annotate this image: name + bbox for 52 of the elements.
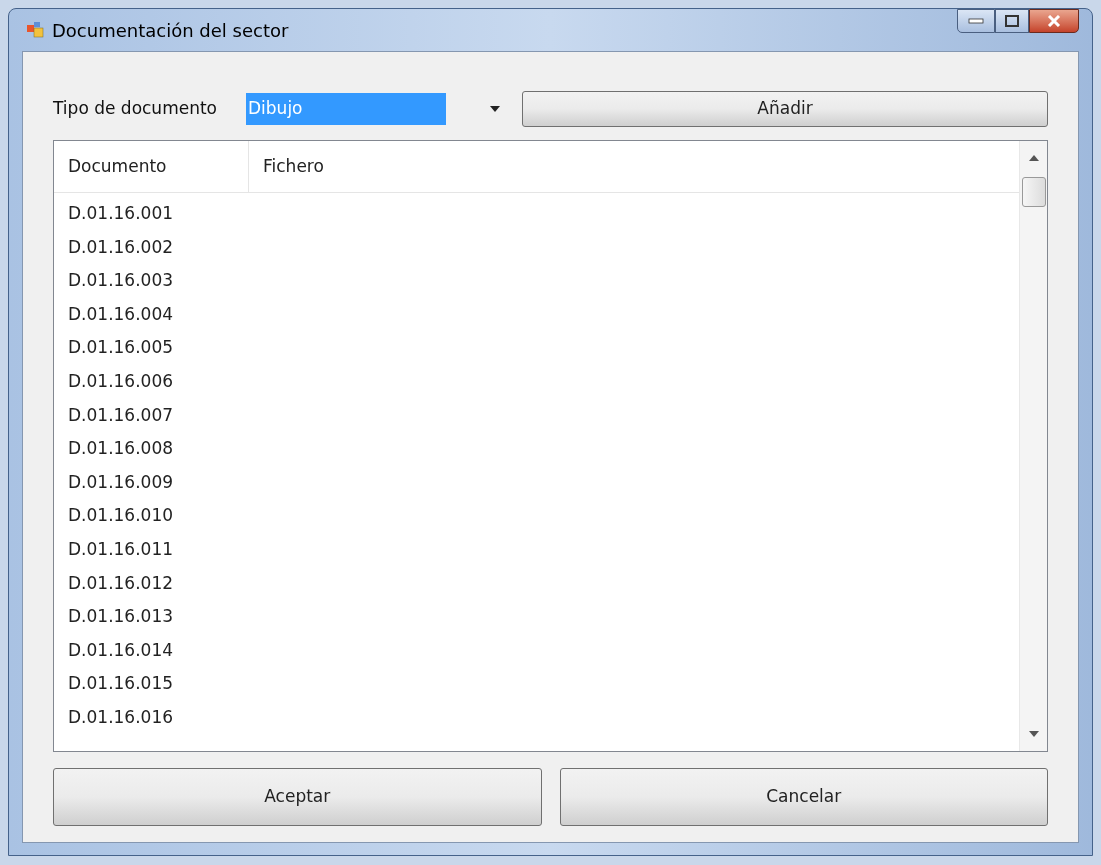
app-icon	[26, 21, 44, 39]
table-cell-text: D.01.16.006	[67, 370, 174, 393]
scrollbar-thumb[interactable]	[1021, 177, 1046, 207]
table-cell-text: D.01.16.012	[67, 571, 174, 595]
close-button[interactable]	[1029, 9, 1079, 33]
scroll-up-icon[interactable]	[1028, 155, 1039, 161]
add-button[interactable]: Añadir	[522, 91, 1048, 127]
table-cell-text: D.01.16.003	[67, 269, 174, 293]
table-row[interactable]: D.01.16.002	[54, 230, 1019, 265]
column-header[interactable]: Fichero	[249, 141, 1019, 192]
table-row[interactable]: D.01.16.004	[54, 297, 1019, 332]
table-cell-text: D.01.16.002	[67, 235, 174, 259]
table-row[interactable]: D.01.16.014	[54, 633, 1019, 668]
dialog-button[interactable]: Aceptar	[53, 768, 542, 826]
scroll-down-icon[interactable]	[1028, 731, 1039, 737]
table-row[interactable]: D.01.16.009	[54, 465, 1019, 500]
vertical-scrollbar[interactable]	[1019, 141, 1047, 751]
table-row[interactable]: D.01.16.001	[54, 197, 1019, 231]
table-cell-text: D.01.16.007	[67, 403, 174, 427]
table-cell-text: D.01.16.008	[67, 437, 174, 461]
table-row[interactable]: D.01.16.016	[54, 700, 1019, 735]
table-cell-text: D.01.16.014	[67, 638, 174, 662]
table-row[interactable]: D.01.16.011	[54, 532, 1019, 567]
table-row[interactable]: D.01.16.013	[54, 600, 1019, 634]
table-cell-text: D.01.16.001	[67, 202, 174, 226]
minimize-button[interactable]	[957, 9, 995, 33]
table-cell-text: D.01.16.015	[67, 672, 174, 696]
maximize-icon	[1005, 15, 1019, 27]
table-cell-text: D.01.16.004	[67, 302, 174, 326]
minimize-icon	[968, 18, 984, 24]
table-cell-text: D.01.16.016	[67, 705, 174, 729]
dialog-button[interactable]: Cancelar	[559, 768, 1048, 826]
table-cell-text: D.01.16.011	[67, 538, 174, 561]
table-row[interactable]: D.01.16.006	[54, 364, 1019, 399]
table-cell-text: D.01.16.005	[67, 336, 174, 360]
table-row[interactable]: D.01.16.005	[54, 331, 1019, 365]
table-row[interactable]: D.01.16.007	[54, 398, 1019, 433]
table-row[interactable]: D.01.16.008	[54, 432, 1019, 466]
table-row[interactable]: D.01.16.003	[54, 264, 1019, 298]
close-icon	[1047, 15, 1061, 27]
table-row[interactable]: D.01.16.015	[54, 667, 1019, 701]
window-title: Documentación del sector	[52, 18, 289, 43]
document-type-label: Tipo de documento	[53, 97, 218, 121]
table-cell-text: D.01.16.013	[67, 605, 174, 629]
table-row[interactable]: D.01.16.012	[54, 566, 1019, 601]
table-row[interactable]: D.01.16.010	[54, 499, 1019, 533]
table-cell-text: D.01.16.010	[67, 504, 174, 528]
dropdown-arrow-icon	[490, 106, 500, 112]
column-header[interactable]: Documento	[54, 141, 249, 192]
dropdown-value: Dibujo	[246, 93, 446, 125]
table-cell-text: D.01.16.009	[67, 470, 174, 494]
maximize-button[interactable]	[995, 9, 1029, 33]
